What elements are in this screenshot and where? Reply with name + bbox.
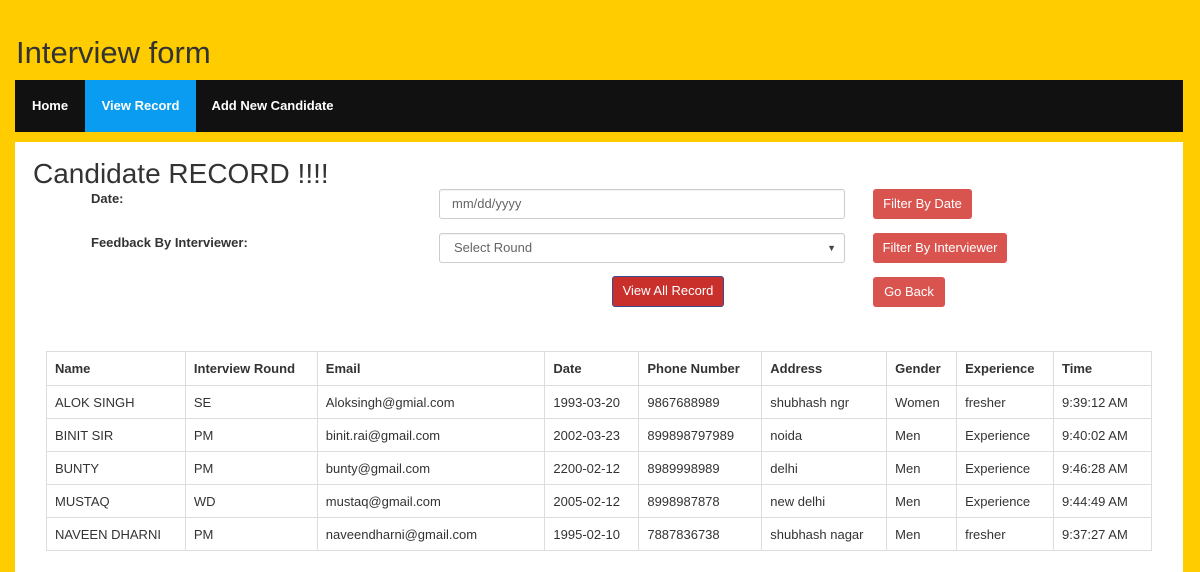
cell-name: NAVEEN DHARNI: [46, 517, 186, 551]
nav-home[interactable]: Home: [15, 80, 85, 132]
cell-experience: Experience: [956, 451, 1055, 485]
cell-phone-number: 7887836738: [638, 517, 763, 551]
cell-interview-round: PM: [184, 517, 318, 551]
cell-experience: fresher: [956, 385, 1055, 419]
cell-email: Aloksingh@gmial.com: [316, 385, 546, 419]
round-select-value: Select Round: [454, 240, 533, 255]
cell-time: 9:37:27 AM: [1053, 517, 1152, 551]
cell-interview-round: SE: [184, 385, 318, 419]
cell-date: 2002-03-23: [544, 418, 640, 452]
cell-name: BUNTY: [46, 451, 186, 485]
chevron-down-icon: ▼: [827, 243, 836, 253]
table-row: MUSTAQ WD mustaq@gmail.com 2005-02-12 89…: [46, 484, 1152, 518]
cell-experience: Experience: [956, 418, 1055, 452]
cell-gender: Men: [886, 484, 958, 518]
cell-name: MUSTAQ: [46, 484, 186, 518]
filter-by-interviewer-button[interactable]: Filter By Interviewer: [873, 233, 1007, 263]
cell-address: new delhi: [761, 484, 888, 518]
column-header-time: Time: [1053, 351, 1152, 386]
cell-email: bunty@gmail.com: [316, 451, 546, 485]
cell-gender: Men: [886, 517, 958, 551]
column-header-date: Date: [544, 351, 640, 386]
cell-experience: fresher: [956, 517, 1055, 551]
cell-interview-round: PM: [184, 451, 318, 485]
nav-add-new-candidate[interactable]: Add New Candidate: [196, 80, 349, 132]
cell-date: 1995-02-10: [544, 517, 640, 551]
column-header-interview-round: Interview Round: [184, 351, 318, 386]
cell-date: 1993-03-20: [544, 385, 640, 419]
cell-phone-number: 9867688989: [638, 385, 763, 419]
cell-email: mustaq@gmail.com: [316, 484, 546, 518]
column-header-experience: Experience: [956, 351, 1055, 386]
feedback-by-interviewer-label: Feedback By Interviewer:: [91, 235, 248, 250]
cell-address: noida: [761, 418, 888, 452]
cell-interview-round: PM: [184, 418, 318, 452]
round-select[interactable]: Select Round ▼: [439, 233, 845, 263]
cell-interview-round: WD: [184, 484, 318, 518]
page-heading: Candidate RECORD !!!!: [33, 158, 329, 189]
column-header-name: Name: [46, 351, 186, 386]
column-header-phone-number: Phone Number: [638, 351, 763, 386]
date-label: Date:: [91, 191, 124, 206]
table-row: NAVEEN DHARNI PM naveendharni@gmail.com …: [46, 517, 1152, 551]
cell-phone-number: 8989998989: [638, 451, 763, 485]
cell-address: shubhash nagar: [761, 517, 888, 551]
go-back-button[interactable]: Go Back: [873, 277, 945, 307]
date-input[interactable]: mm/dd/yyyy: [439, 189, 845, 219]
cell-phone-number: 899898797989: [638, 418, 763, 452]
cell-time: 9:46:28 AM: [1053, 451, 1152, 485]
table-row: ALOK SINGH SE Aloksingh@gmial.com 1993-0…: [46, 385, 1152, 419]
cell-date: 2005-02-12: [544, 484, 640, 518]
table-header-row: Name Interview Round Email Date Phone Nu…: [46, 351, 1152, 386]
cell-gender: Men: [886, 451, 958, 485]
cell-time: 9:40:02 AM: [1053, 418, 1152, 452]
cell-email: naveendharni@gmail.com: [316, 517, 546, 551]
cell-phone-number: 8998987878: [638, 484, 763, 518]
column-header-email: Email: [316, 351, 546, 386]
cell-name: BINIT SIR: [46, 418, 186, 452]
filter-by-date-button[interactable]: Filter By Date: [873, 189, 972, 219]
cell-email: binit.rai@gmail.com: [316, 418, 546, 452]
records-table: Name Interview Round Email Date Phone Nu…: [46, 351, 1152, 551]
cell-address: delhi: [761, 451, 888, 485]
nav-view-record[interactable]: View Record: [85, 80, 196, 132]
cell-address: shubhash ngr: [761, 385, 888, 419]
cell-experience: Experience: [956, 484, 1055, 518]
cell-name: ALOK SINGH: [46, 385, 186, 419]
cell-time: 9:39:12 AM: [1053, 385, 1152, 419]
cell-gender: Men: [886, 418, 958, 452]
table-row: BUNTY PM bunty@gmail.com 2200-02-12 8989…: [46, 451, 1152, 485]
table-row: BINIT SIR PM binit.rai@gmail.com 2002-03…: [46, 418, 1152, 452]
column-header-address: Address: [761, 351, 888, 386]
view-all-record-button[interactable]: View All Record: [612, 276, 724, 307]
cell-gender: Women: [886, 385, 958, 419]
column-header-gender: Gender: [886, 351, 958, 386]
cell-time: 9:44:49 AM: [1053, 484, 1152, 518]
navbar: Home View Record Add New Candidate: [15, 80, 1183, 132]
cell-date: 2200-02-12: [544, 451, 640, 485]
app-title: Interview form: [16, 35, 211, 70]
content-panel: Candidate RECORD !!!! Date: mm/dd/yyyy F…: [15, 142, 1183, 572]
